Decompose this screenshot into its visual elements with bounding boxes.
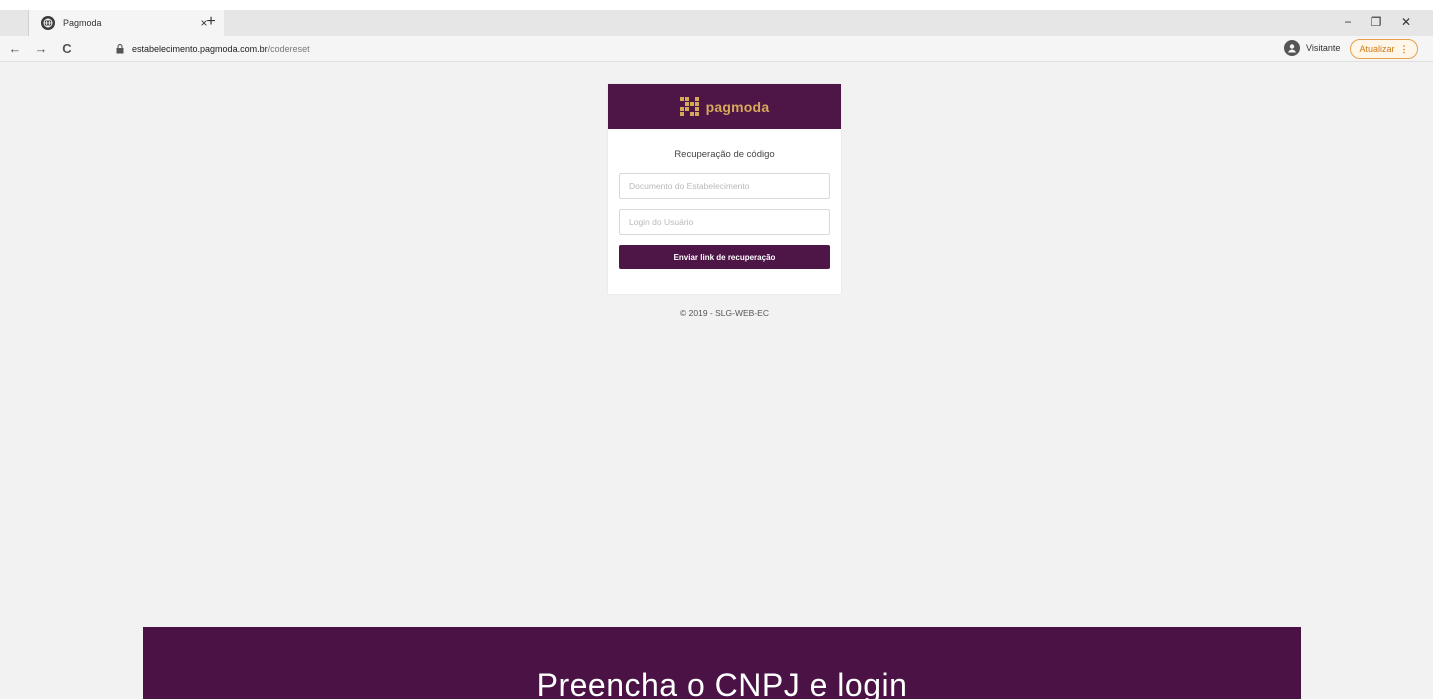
send-recovery-link-button[interactable]: Enviar link de recuperação [619,245,830,269]
minimize-icon[interactable]: − [1338,12,1358,32]
restore-icon[interactable]: ❐ [1366,12,1386,32]
tab-title: Pagmoda [63,18,102,28]
card-header: pagmoda [608,84,841,129]
browser-window: Pagmoda × + − ❐ ✕ ← → C estabelecimento.… [0,0,1433,699]
more-menu-icon[interactable]: ⋮ [1400,44,1409,55]
update-label: Atualizar [1359,44,1395,54]
close-window-icon[interactable]: ✕ [1396,12,1416,32]
profile-label: Visitante [1306,43,1341,53]
lock-icon[interactable] [114,42,126,56]
page-content: pagmoda Recuperação de código Enviar lin… [0,63,1433,699]
browser-toolbar: ← → C estabelecimento.pagmoda.com.br /co… [0,36,1433,62]
logo-text: pagmoda [705,98,770,115]
url-path: /codereset [267,44,310,54]
document-field[interactable] [619,173,830,199]
pagmoda-logo-icon [679,96,700,117]
user-icon [1284,40,1300,56]
recovery-card: pagmoda Recuperação de código Enviar lin… [608,84,841,294]
globe-icon [41,16,55,30]
new-tab-icon[interactable]: + [202,13,220,31]
update-button[interactable]: Atualizar ⋮ [1350,39,1418,59]
page-title: Recuperação de código [674,149,775,160]
tab-pagmoda[interactable]: Pagmoda × [28,10,224,36]
url-host: estabelecimento.pagmoda.com.br [132,44,268,54]
caption-text: Preencha o CNPJ e login [536,667,908,699]
forward-icon[interactable]: → [32,40,50,58]
caption-banner: Preencha o CNPJ e login [143,627,1301,699]
tab-strip: Pagmoda × + − ❐ ✕ [0,0,1433,36]
copyright-text: © 2019 - SLG-WEB-EC [680,308,769,318]
back-icon[interactable]: ← [6,40,24,58]
profile-button[interactable]: Visitante [1284,40,1340,56]
login-field[interactable] [619,209,830,235]
address-bar[interactable]: estabelecimento.pagmoda.com.br /coderese… [104,39,1274,59]
reload-icon[interactable]: C [58,40,76,58]
